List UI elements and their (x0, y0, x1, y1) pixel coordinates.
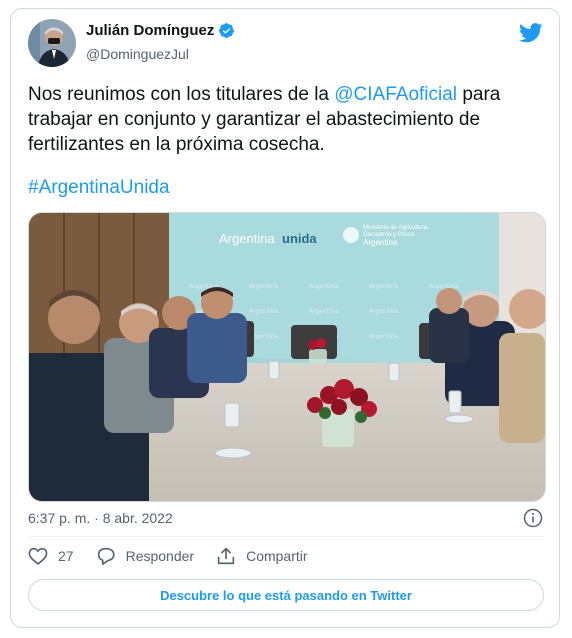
banner-brand-text: Argentina (219, 231, 275, 246)
share-label: Compartir (246, 548, 308, 564)
reply-label: Responder (125, 548, 195, 564)
hashtag-link[interactable]: #ArgentinaUnida (28, 177, 170, 199)
like-count: 27 (58, 548, 74, 564)
reply-button[interactable]: Responder (96, 547, 195, 565)
svg-text:Argentina: Argentina (249, 283, 279, 290)
svg-text:Argentina: Argentina (309, 283, 339, 290)
verified-badge-icon (219, 23, 235, 38)
banner-unida-text: unida (282, 231, 317, 246)
ministry-line1: Ministerio de Agricultura, (363, 225, 429, 231)
mention-link[interactable]: @CIAFAoficial (334, 84, 457, 105)
svg-text:Argentina: Argentina (309, 308, 339, 315)
tweet-text: Nos reunimos con los titulares de la @CI… (28, 82, 528, 157)
twitter-bird-icon[interactable] (519, 23, 543, 43)
reply-bubble-icon (97, 547, 115, 565)
share-icon (217, 547, 235, 565)
tweet-photo[interactable]: Argentina Argentina Argentina Argentina Arge… (28, 212, 546, 502)
svg-text:Argentina: Argentina (369, 308, 399, 315)
svg-text:Argentina: Argentina (369, 283, 399, 290)
svg-text:Argentina: Argentina (249, 308, 279, 315)
author-name[interactable]: Julián Domínguez (86, 22, 214, 39)
ministry-seal-icon (343, 227, 359, 243)
action-bar: 27 Responder Compartir (28, 547, 330, 565)
author-name-row[interactable]: Julián Domínguez (86, 22, 235, 39)
avatar[interactable] (28, 19, 76, 67)
divider (28, 536, 544, 537)
like-button[interactable]: 27 (28, 547, 74, 565)
svg-text:Argentina: Argentina (369, 333, 399, 340)
tweet-text-part1: Nos reunimos con los titulares de la (28, 84, 335, 105)
discover-twitter-button[interactable]: Descubre lo que está pasando en Twitter (28, 579, 544, 611)
ministry-line3: Argentina (363, 238, 398, 247)
heart-icon (28, 547, 48, 565)
svg-text:Argentina: Argentina (429, 283, 459, 290)
info-icon[interactable] (523, 508, 543, 528)
tweet-card: Julián Domínguez @DominguezJul Nos reuni… (10, 8, 560, 628)
author-handle[interactable]: @DominguezJul (86, 46, 189, 62)
tweet-timestamp[interactable]: 6:37 p. m. · 8 abr. 2022 (28, 510, 173, 526)
share-button[interactable]: Compartir (216, 547, 308, 565)
